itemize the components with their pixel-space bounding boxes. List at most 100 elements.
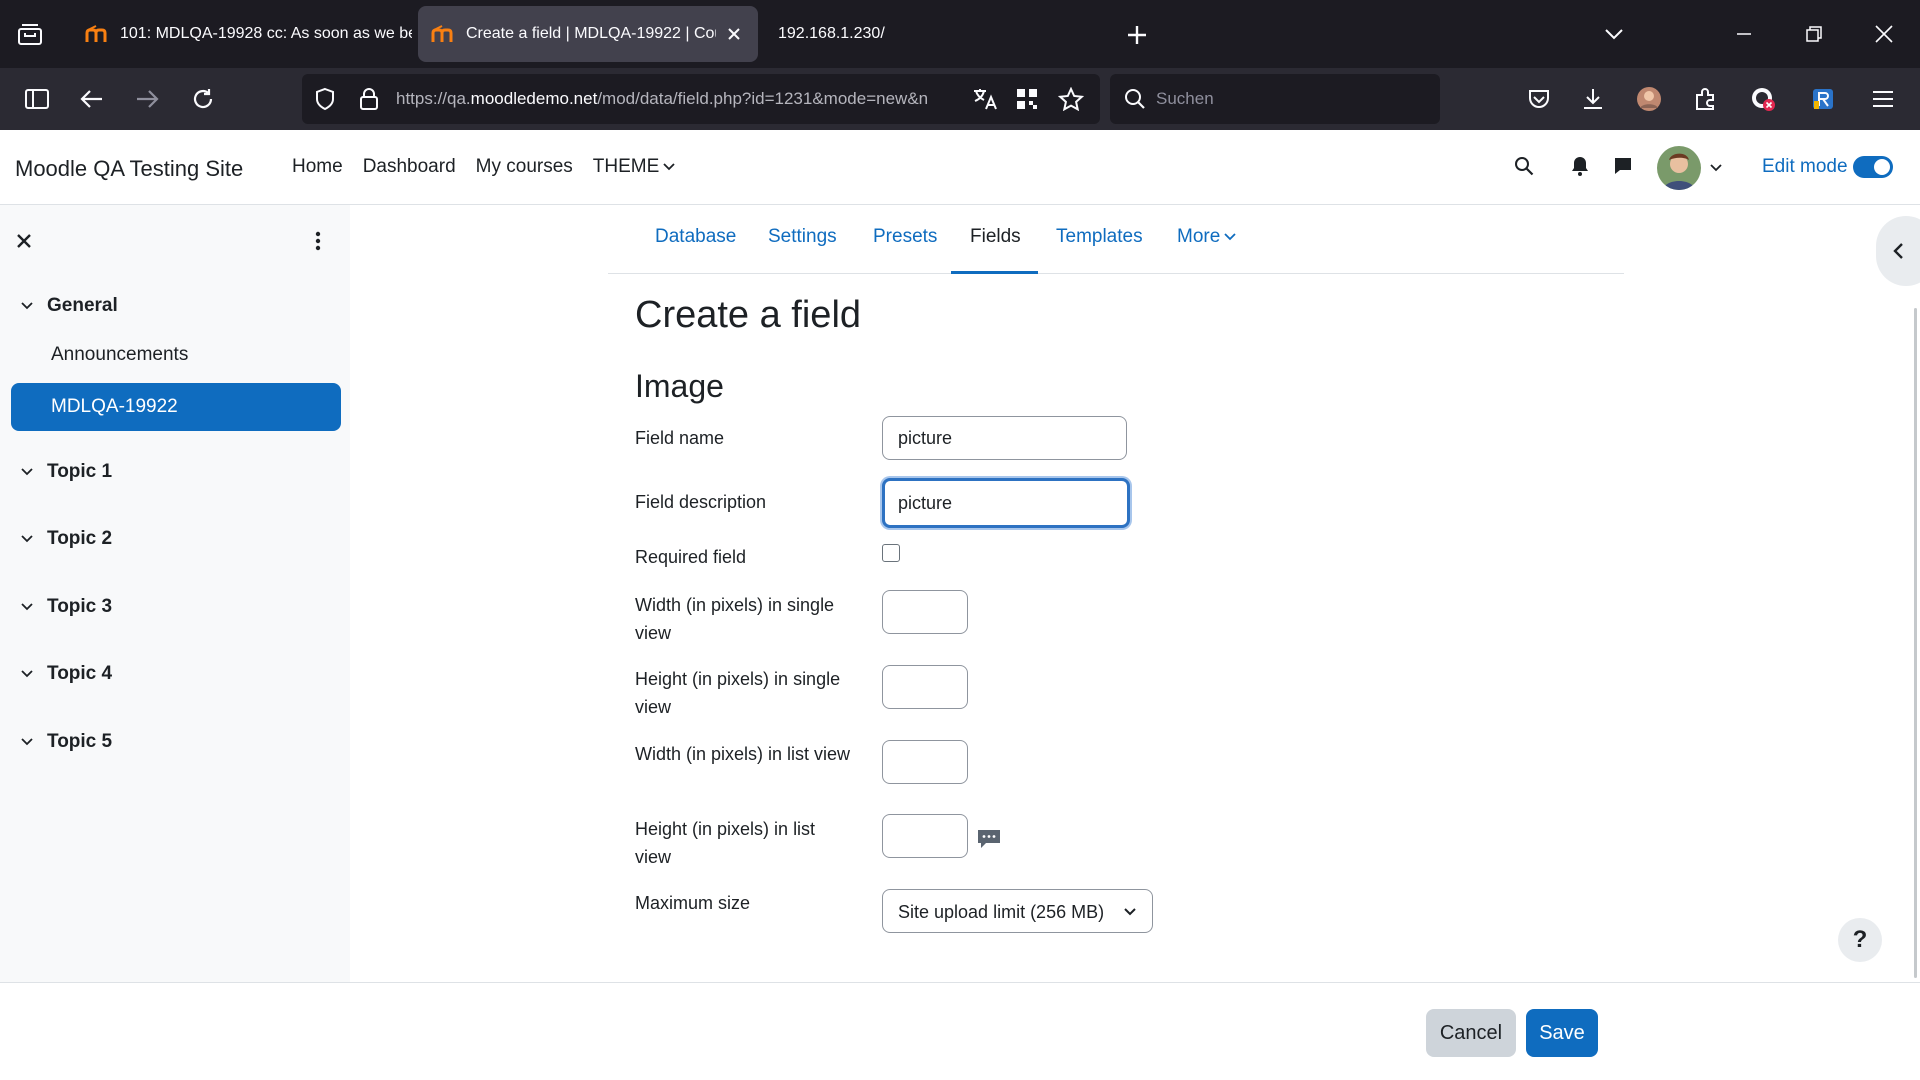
messages-icon[interactable] — [1610, 154, 1636, 178]
tab-presets[interactable]: Presets — [873, 226, 937, 248]
field-description-input[interactable] — [882, 478, 1130, 528]
section-label: Topic 4 — [47, 663, 113, 684]
url-domain: moodledemo.net — [470, 89, 598, 108]
page-title: Create a field — [635, 294, 862, 336]
minimize-icon[interactable] — [1728, 18, 1760, 50]
chevron-down-icon[interactable] — [1708, 160, 1724, 176]
width-list-label: Width (in pixels) in list view — [635, 744, 851, 764]
tab-title: 192.168.1.230/ — [778, 25, 885, 42]
bookmark-star-icon[interactable] — [1054, 82, 1088, 116]
field-type-heading: Image — [635, 368, 724, 404]
tab-templates[interactable]: Templates — [1056, 226, 1143, 248]
required-field-label: Required field — [635, 547, 747, 567]
section-topic-1[interactable]: Topic 1 — [18, 461, 112, 483]
browser-tab-active[interactable]: Create a field | MDLQA-19922 | Course — [418, 6, 758, 62]
site-name[interactable]: Moodle QA Testing Site — [15, 156, 243, 182]
url-text: https://qa.moodledemo.net/mod/data/field… — [396, 89, 958, 109]
tab-database[interactable]: Database — [655, 226, 736, 248]
page-scrollbar[interactable] — [1912, 205, 1920, 982]
chevron-down-icon[interactable] — [1598, 18, 1630, 50]
section-label: Topic 3 — [47, 596, 113, 617]
sidebar-toggle-icon[interactable] — [20, 82, 54, 116]
notifications-bell-icon[interactable] — [1568, 154, 1592, 178]
save-button[interactable]: Save — [1526, 1009, 1598, 1057]
tab-list-icon[interactable] — [14, 20, 46, 48]
height-list-label: Height (in pixels) in list view — [635, 819, 816, 867]
required-field-checkbox[interactable] — [882, 544, 900, 562]
chevron-left-icon — [1893, 243, 1903, 259]
reload-icon[interactable] — [186, 82, 220, 116]
translate-icon[interactable] — [968, 82, 1002, 116]
activity-announcements[interactable]: Announcements — [51, 344, 188, 366]
lock-icon[interactable] — [352, 82, 386, 116]
field-name-input[interactable] — [882, 416, 1127, 460]
tab-settings[interactable]: Settings — [768, 226, 837, 248]
extensions-icon[interactable] — [1688, 82, 1722, 116]
url-bar[interactable]: https://qa.moodledemo.net/mod/data/field… — [302, 74, 1100, 124]
height-single-label: Height (in pixels) in single view — [635, 669, 841, 717]
cancel-button[interactable]: Cancel — [1426, 1009, 1516, 1057]
section-topic-5[interactable]: Topic 5 — [18, 731, 112, 753]
field-name-label: Field name — [635, 428, 725, 448]
edit-mode-toggle[interactable] — [1853, 156, 1893, 178]
chevron-down-icon[interactable] — [18, 598, 36, 616]
section-label: Topic 2 — [47, 528, 113, 549]
browser-tab-1[interactable]: 101: MDLQA-19928 cc: As soon as we beg — [72, 6, 412, 62]
section-general[interactable]: General — [18, 295, 118, 317]
nav-my-courses[interactable]: My courses — [476, 156, 573, 178]
max-size-select[interactable]: Site upload limit (256 MB) — [882, 889, 1153, 933]
activity-current[interactable]: MDLQA-19922 — [11, 383, 341, 431]
kebab-menu-icon[interactable] — [306, 227, 330, 255]
width-single-input[interactable] — [882, 590, 968, 634]
hamburger-menu-icon[interactable] — [1866, 82, 1900, 116]
section-topic-2[interactable]: Topic 2 — [18, 528, 112, 550]
shield-icon[interactable] — [308, 82, 342, 116]
chevron-down-icon[interactable] — [18, 297, 36, 315]
browser-toolbar: https://qa.moodledemo.net/mod/data/field… — [0, 68, 1920, 130]
comment-icon[interactable] — [976, 828, 1002, 850]
search-icon[interactable] — [1512, 154, 1536, 178]
section-topic-4[interactable]: Topic 4 — [18, 663, 112, 685]
tab-fields[interactable]: Fields — [970, 226, 1021, 248]
chevron-down-icon[interactable] — [18, 733, 36, 751]
secondary-nav: Database Settings Presets Fields Templat… — [608, 210, 1624, 274]
url-prefix: https://qa. — [396, 89, 471, 108]
profile-avatar-icon[interactable] — [1632, 82, 1666, 116]
browser-tab-3[interactable]: 192.168.1.230/ — [764, 6, 1104, 62]
nav-home[interactable]: Home — [292, 156, 343, 178]
edit-mode-label: Edit mode — [1762, 156, 1848, 177]
section-label: General — [47, 295, 118, 316]
field-description-label: Field description — [635, 492, 767, 512]
pocket-icon[interactable] — [1522, 82, 1556, 116]
close-icon[interactable] — [12, 229, 36, 253]
scrollbar-thumb[interactable] — [1914, 308, 1917, 978]
reader-extension-icon[interactable] — [1806, 82, 1840, 116]
moodle-favicon-icon — [84, 24, 112, 44]
qr-code-icon[interactable] — [1010, 82, 1044, 116]
new-tab-icon[interactable] — [1122, 20, 1152, 50]
chevron-down-icon[interactable] — [18, 463, 36, 481]
browser-search-bar[interactable]: Suchen — [1110, 74, 1440, 124]
restore-icon[interactable] — [1798, 18, 1830, 50]
forward-arrow-icon[interactable] — [130, 82, 164, 116]
browser-tab-bar: 101: MDLQA-19928 cc: As soon as we beg C… — [0, 0, 1920, 68]
height-single-input[interactable] — [882, 665, 968, 709]
section-topic-3[interactable]: Topic 3 — [18, 596, 112, 618]
chevron-down-icon[interactable] — [18, 530, 36, 548]
blocked-extension-icon[interactable] — [1746, 82, 1780, 116]
help-button[interactable]: ? — [1838, 918, 1882, 962]
active-tab-indicator — [951, 271, 1038, 274]
tab-title: 101: MDLQA-19928 cc: As soon as we beg — [120, 25, 412, 42]
width-list-input[interactable] — [882, 740, 968, 784]
nav-theme[interactable]: THEME — [593, 156, 676, 178]
nav-dashboard[interactable]: Dashboard — [363, 156, 456, 178]
close-window-icon[interactable] — [1868, 18, 1900, 50]
user-avatar[interactable] — [1657, 146, 1701, 190]
back-arrow-icon[interactable] — [75, 82, 109, 116]
url-path: /mod/data/field.php?id=1231&mode=new&n — [597, 89, 929, 108]
chevron-down-icon[interactable] — [18, 665, 36, 683]
tab-more[interactable]: More — [1177, 226, 1236, 248]
height-list-input[interactable] — [882, 814, 968, 858]
download-icon[interactable] — [1576, 82, 1610, 116]
close-tab-icon[interactable] — [722, 22, 746, 46]
